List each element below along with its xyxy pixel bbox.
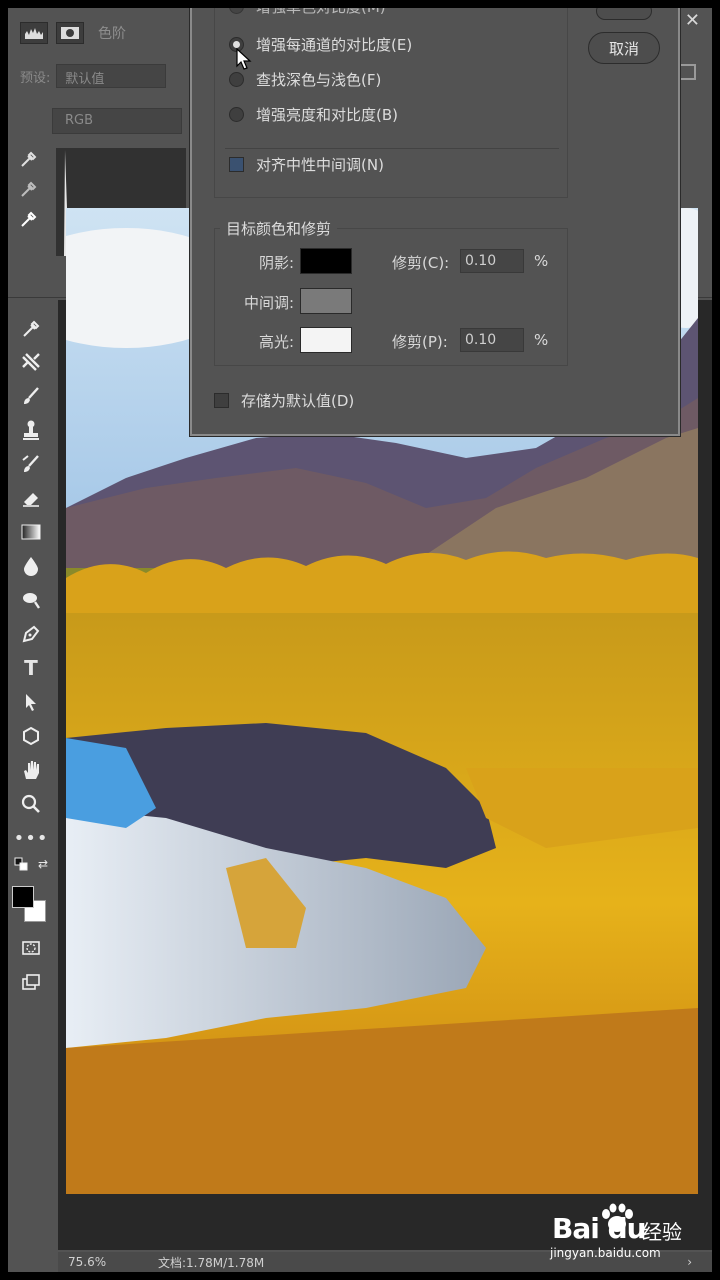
auto-color-correction-dialog: 增强单色对比度(M) 增强每通道的对比度(E) 查找深色与浅色(F) 增强亮度和… (190, 8, 680, 436)
quick-mask-icon[interactable] (16, 934, 46, 962)
highlights-label: 高光: (258, 333, 294, 351)
mask-icon[interactable] (56, 22, 84, 44)
zoom-level[interactable]: 75.6% (58, 1255, 118, 1269)
shadows-label: 阴影: (258, 254, 294, 272)
zoom-tool-icon[interactable] (16, 790, 46, 818)
watermark-url: jingyan.baidu.com (550, 1246, 661, 1260)
photoshop-window: 色阶 ✕ 预设: 默认值 RGB T ••• ⇄ 75.6% 文档:1.78M/… (8, 8, 712, 1272)
save-as-defaults-label: 存储为默认值(D) (241, 392, 355, 410)
shadows-clip-input[interactable]: 0.10 (460, 249, 524, 273)
shadows-color-swatch[interactable] (300, 248, 352, 274)
levels-histogram-icon[interactable] (20, 22, 48, 44)
hand-tool-icon[interactable] (16, 756, 46, 784)
foreground-color-swatch[interactable] (12, 886, 34, 908)
snap-neutral-label: 对齐中性中间调(N) (256, 156, 384, 174)
radio-label: 增强单色对比度(M) (256, 8, 386, 17)
type-tool-icon[interactable]: T (16, 654, 46, 682)
target-colors-legend: 目标颜色和修剪 (220, 218, 338, 239)
shadows-clip-label: 修剪(C): (392, 254, 450, 272)
dodge-tool-icon[interactable] (16, 586, 46, 614)
default-colors-icon[interactable] (12, 856, 30, 872)
screen-mode-icon[interactable] (16, 968, 46, 996)
highlights-color-swatch[interactable] (300, 327, 352, 353)
radio-label: 增强亮度和对比度(B) (256, 106, 398, 124)
radio-button[interactable] (229, 8, 244, 14)
white-point-eyedropper-icon[interactable] (18, 208, 40, 228)
highlights-clip-input[interactable]: 0.10 (460, 328, 524, 352)
channel-select[interactable]: RGB (52, 108, 182, 134)
midtones-label: 中间调: (243, 294, 294, 312)
paw-logo-icon (602, 1203, 633, 1232)
swap-colors-icon[interactable]: ⇄ (34, 856, 52, 872)
highlights-percent: % (534, 331, 549, 349)
document-info: 文档:1.78M/1.78M (158, 1255, 265, 1270)
history-brush-tool-icon[interactable] (16, 450, 46, 478)
save-as-defaults-row[interactable]: 存储为默认值(D) (214, 390, 354, 411)
radio-brightness-contrast[interactable]: 增强亮度和对比度(B) (229, 104, 398, 125)
radio-label: 增强每通道的对比度(E) (256, 36, 413, 54)
gray-point-eyedropper-icon[interactable] (18, 178, 40, 198)
black-point-eyedropper-icon[interactable] (18, 148, 40, 168)
watermark-brand-cn: 经验 (642, 1220, 682, 1244)
snap-neutral-checkbox[interactable] (229, 157, 244, 172)
shape-tool-icon[interactable] (16, 722, 46, 750)
radio-find-dark-light[interactable]: 查找深色与浅色(F) (229, 69, 381, 90)
save-as-defaults-checkbox[interactable] (214, 393, 229, 408)
radio-label: 查找深色与浅色(F) (256, 71, 382, 89)
preset-select[interactable]: 默认值 (56, 64, 167, 88)
clone-stamp-tool-icon[interactable] (16, 416, 46, 444)
snap-neutral-midtones-row[interactable]: 对齐中性中间调(N) (229, 154, 384, 175)
eraser-tool-icon[interactable] (16, 484, 46, 512)
panel-header: 色阶 (20, 18, 126, 48)
mouse-cursor-icon (236, 48, 252, 70)
eyedropper-tool-icon[interactable] (16, 314, 46, 342)
algorithms-group: 增强单色对比度(M) 增强每通道的对比度(E) 查找深色与浅色(F) 增强亮度和… (214, 8, 568, 198)
crop-tool-icon[interactable] (16, 348, 46, 376)
highlights-clip-label: 修剪(P): (392, 333, 448, 351)
radio-monochromatic-contrast[interactable]: 增强单色对比度(M) (229, 8, 386, 17)
radio-button[interactable] (229, 107, 244, 122)
pen-tool-icon[interactable] (16, 620, 46, 648)
baidu-jingyan-watermark: Bai du 经验 jingyan.baidu.com (550, 1200, 690, 1264)
preset-label: 预设: (20, 70, 51, 86)
gradient-tool-icon[interactable] (16, 518, 46, 546)
blur-tool-icon[interactable] (16, 552, 46, 580)
eyedropper-column (18, 148, 40, 228)
brush-tool-icon[interactable] (16, 382, 46, 410)
shadows-percent: % (534, 252, 549, 270)
radio-per-channel-contrast[interactable]: 增强每通道的对比度(E) (229, 34, 412, 55)
path-select-tool-icon[interactable] (16, 688, 46, 716)
ok-button[interactable] (596, 8, 652, 20)
panel-title: 色阶 (98, 26, 126, 42)
more-tools-icon[interactable]: ••• (14, 824, 48, 852)
midtones-color-swatch[interactable] (300, 288, 352, 314)
radio-button[interactable] (229, 72, 244, 87)
preset-row: 预设: 默认值 (20, 64, 167, 88)
close-icon[interactable]: ✕ (685, 10, 700, 31)
cancel-button[interactable]: 取消 (588, 32, 660, 64)
divider (225, 148, 559, 149)
